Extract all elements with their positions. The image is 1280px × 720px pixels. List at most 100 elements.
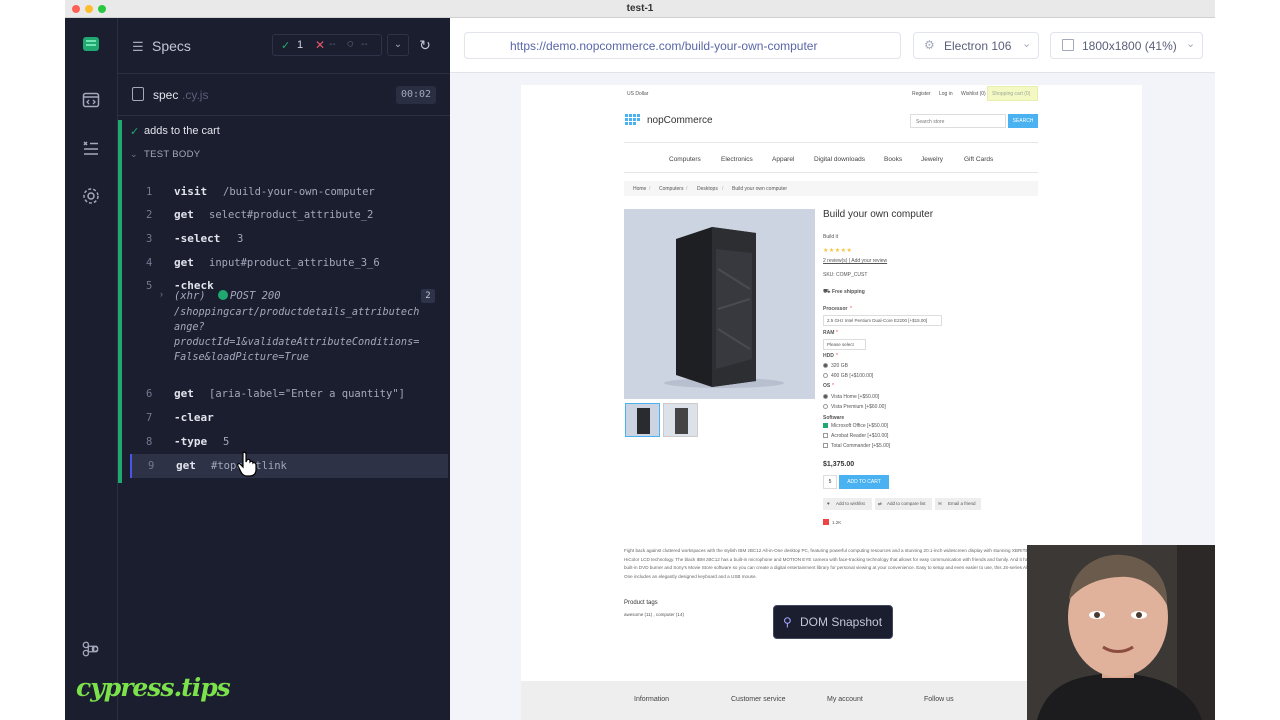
settings-icon[interactable] bbox=[79, 186, 103, 210]
browser-icon: ⚙ bbox=[924, 38, 935, 52]
command-row[interactable]: 3 -select 3 bbox=[130, 227, 448, 251]
hdd-option[interactable]: 320 GB bbox=[823, 363, 848, 369]
login-link[interactable]: Log in bbox=[939, 91, 953, 97]
checkbox-checked[interactable] bbox=[823, 423, 828, 429]
runs-icon[interactable] bbox=[79, 138, 103, 162]
product-image[interactable] bbox=[624, 209, 815, 399]
menu-item[interactable]: Electronics bbox=[721, 156, 753, 163]
software-option[interactable]: Total Commander [+$5.00] bbox=[823, 443, 890, 449]
command-row[interactable]: 4 get input#product_attribute_3_6 bbox=[130, 251, 448, 275]
viewport-select[interactable]: 1800x1800 (41%) ⌄ bbox=[1050, 32, 1203, 59]
checkbox[interactable] bbox=[823, 443, 828, 449]
command-argument: /build-your-own-computer bbox=[223, 186, 375, 198]
currency-select[interactable]: US Dollar bbox=[627, 91, 648, 97]
expand-chevron-icon[interactable]: › bbox=[160, 289, 163, 299]
menu-item[interactable]: Apparel bbox=[772, 156, 794, 163]
search-placeholder: Search store bbox=[916, 119, 945, 125]
thumbnail-2[interactable] bbox=[663, 403, 698, 437]
breadcrumb-computers[interactable]: Computers bbox=[659, 186, 683, 192]
command-row[interactable]: 2 get select#product_attribute_2 bbox=[130, 203, 448, 227]
product-full-description: Fight back against cluttered workspaces … bbox=[624, 548, 1035, 579]
footer-heading: Information bbox=[634, 696, 670, 703]
option-label: Microsoft Office [+$50.00] bbox=[831, 423, 889, 429]
pending-icon: ◌ bbox=[347, 38, 354, 50]
cart-link-highlight[interactable]: Shopping cart (0) bbox=[987, 86, 1038, 101]
spec-name: spec bbox=[153, 88, 179, 102]
xhr-url-line: ange? bbox=[174, 322, 205, 333]
site-logo-text[interactable]: nopCommerce bbox=[647, 115, 713, 126]
reporter-panel: ☰ Specs ✓ 1 ✕ -- ◌ -- ⌄ ↻ spec .cy.js 00… bbox=[76, 18, 450, 720]
chevron-down-icon[interactable]: ⌄ bbox=[387, 34, 409, 56]
command-number: 6 bbox=[146, 388, 153, 400]
email-friend-button[interactable]: ✉ Email a friend bbox=[935, 498, 981, 510]
software-label: Software bbox=[823, 415, 845, 421]
spec-file-header: spec .cy.js 00:02 bbox=[118, 74, 450, 116]
os-option[interactable]: Vista Home [+$50.00] bbox=[823, 394, 879, 400]
breadcrumb-current: Build your own computer bbox=[732, 186, 788, 192]
radio[interactable] bbox=[823, 404, 828, 410]
command-row[interactable]: 9get#topcartlink bbox=[130, 454, 448, 478]
radio[interactable] bbox=[823, 373, 828, 379]
url-bar[interactable]: https://demo.nopcommerce.com/build-your-… bbox=[464, 32, 901, 59]
search-input[interactable]: Search store bbox=[910, 114, 1006, 128]
spec-extension: .cy.js bbox=[182, 88, 209, 102]
quantity-input[interactable]: 5 bbox=[823, 475, 837, 489]
thumbnail-1[interactable] bbox=[625, 403, 660, 437]
menu-item[interactable]: Books bbox=[884, 156, 902, 163]
add-to-cart-button[interactable]: ADD TO CART bbox=[839, 475, 889, 489]
collapse-chevron-icon[interactable]: ⌄ bbox=[130, 149, 138, 160]
reviews-link[interactable]: 2 review(s) | Add your review bbox=[823, 258, 887, 264]
keyboard-shortcuts-icon[interactable] bbox=[79, 640, 103, 664]
breadcrumb-desktops[interactable]: Desktops bbox=[697, 186, 718, 192]
os-option[interactable]: Vista Premium [+$60.00] bbox=[823, 404, 886, 410]
passed-count: 1 bbox=[297, 39, 304, 51]
software-option[interactable]: Acrobat Reader [+$10.00] bbox=[823, 433, 888, 439]
menu-item[interactable]: Computers bbox=[669, 156, 701, 163]
option-label: Vista Home [+$50.00] bbox=[831, 394, 880, 400]
menu-item[interactable]: Gift Cards bbox=[964, 156, 993, 163]
radio-checked[interactable] bbox=[823, 363, 828, 369]
hdd-option[interactable]: 400 GB [+$100.00] bbox=[823, 373, 873, 379]
cart-link[interactable]: Shopping cart (0) bbox=[992, 91, 1030, 97]
cypress-tips-watermark: cypress.tips bbox=[76, 673, 231, 702]
spec-duration: 00:02 bbox=[396, 86, 436, 104]
rerun-icon[interactable]: ↻ bbox=[414, 34, 436, 56]
breadcrumb-home[interactable]: Home bbox=[633, 186, 646, 192]
command-row[interactable]: 7 -clear bbox=[130, 406, 448, 430]
sku-value: COMP_CUST bbox=[836, 272, 868, 278]
product-tags[interactable]: awesome (11) , computer (14) bbox=[624, 612, 684, 617]
add-to-compare-button[interactable]: ⇄ Add to compare list bbox=[875, 498, 932, 510]
command-row[interactable]: 1 visit/build-your-own-computer bbox=[130, 180, 448, 204]
menu-item[interactable]: Digital downloads bbox=[814, 156, 865, 163]
specs-list-icon[interactable] bbox=[79, 90, 103, 114]
product-short-desc: Build it bbox=[823, 234, 839, 240]
test-pass-indicator bbox=[118, 120, 122, 483]
test-title[interactable]: adds to the cart bbox=[144, 125, 220, 137]
checkbox[interactable] bbox=[823, 433, 828, 439]
mouse-cursor-icon bbox=[237, 451, 257, 477]
viewport-icon bbox=[1062, 39, 1074, 51]
add-to-wishlist-button[interactable]: ♥ Add to wishlist bbox=[823, 498, 872, 510]
cypress-logo-icon[interactable] bbox=[79, 34, 103, 58]
xhr-log-entry[interactable]: › (xhr) POST 200 2 /shoppingcart/product… bbox=[130, 285, 448, 365]
browser-select[interactable]: ⚙ Electron 106 ⌄ bbox=[913, 32, 1039, 59]
software-option[interactable]: Microsoft Office [+$50.00] bbox=[823, 423, 888, 429]
stats-group: ✓ 1 ✕ -- ◌ -- bbox=[272, 34, 382, 56]
share-icon[interactable] bbox=[823, 519, 829, 525]
search-button[interactable]: SEARCH bbox=[1008, 114, 1038, 128]
command-number: 3 bbox=[146, 233, 153, 245]
command-argument: select#product_attribute_2 bbox=[209, 209, 374, 221]
register-link[interactable]: Register bbox=[912, 91, 931, 97]
menu-item[interactable]: Jewelry bbox=[921, 156, 943, 163]
ram-select[interactable]: Please select bbox=[823, 339, 866, 350]
specs-menu-icon[interactable]: ☰ bbox=[132, 39, 144, 55]
command-row[interactable]: 8 -type 5 bbox=[130, 430, 448, 454]
specs-label[interactable]: Specs bbox=[152, 38, 191, 54]
compare-icon: ⇄ bbox=[878, 501, 882, 506]
dom-snapshot-badge: ⚲ DOM Snapshot bbox=[773, 605, 893, 639]
command-row[interactable]: 6 get [aria-label="Enter a quantity"] bbox=[130, 382, 448, 406]
radio-checked[interactable] bbox=[823, 394, 828, 400]
divider bbox=[624, 172, 1038, 173]
processor-select[interactable]: 2.5 GHz Intel Pentium Dual-Core E2200 [+… bbox=[823, 315, 942, 326]
wishlist-link[interactable]: Wishlist (0) bbox=[961, 91, 986, 97]
